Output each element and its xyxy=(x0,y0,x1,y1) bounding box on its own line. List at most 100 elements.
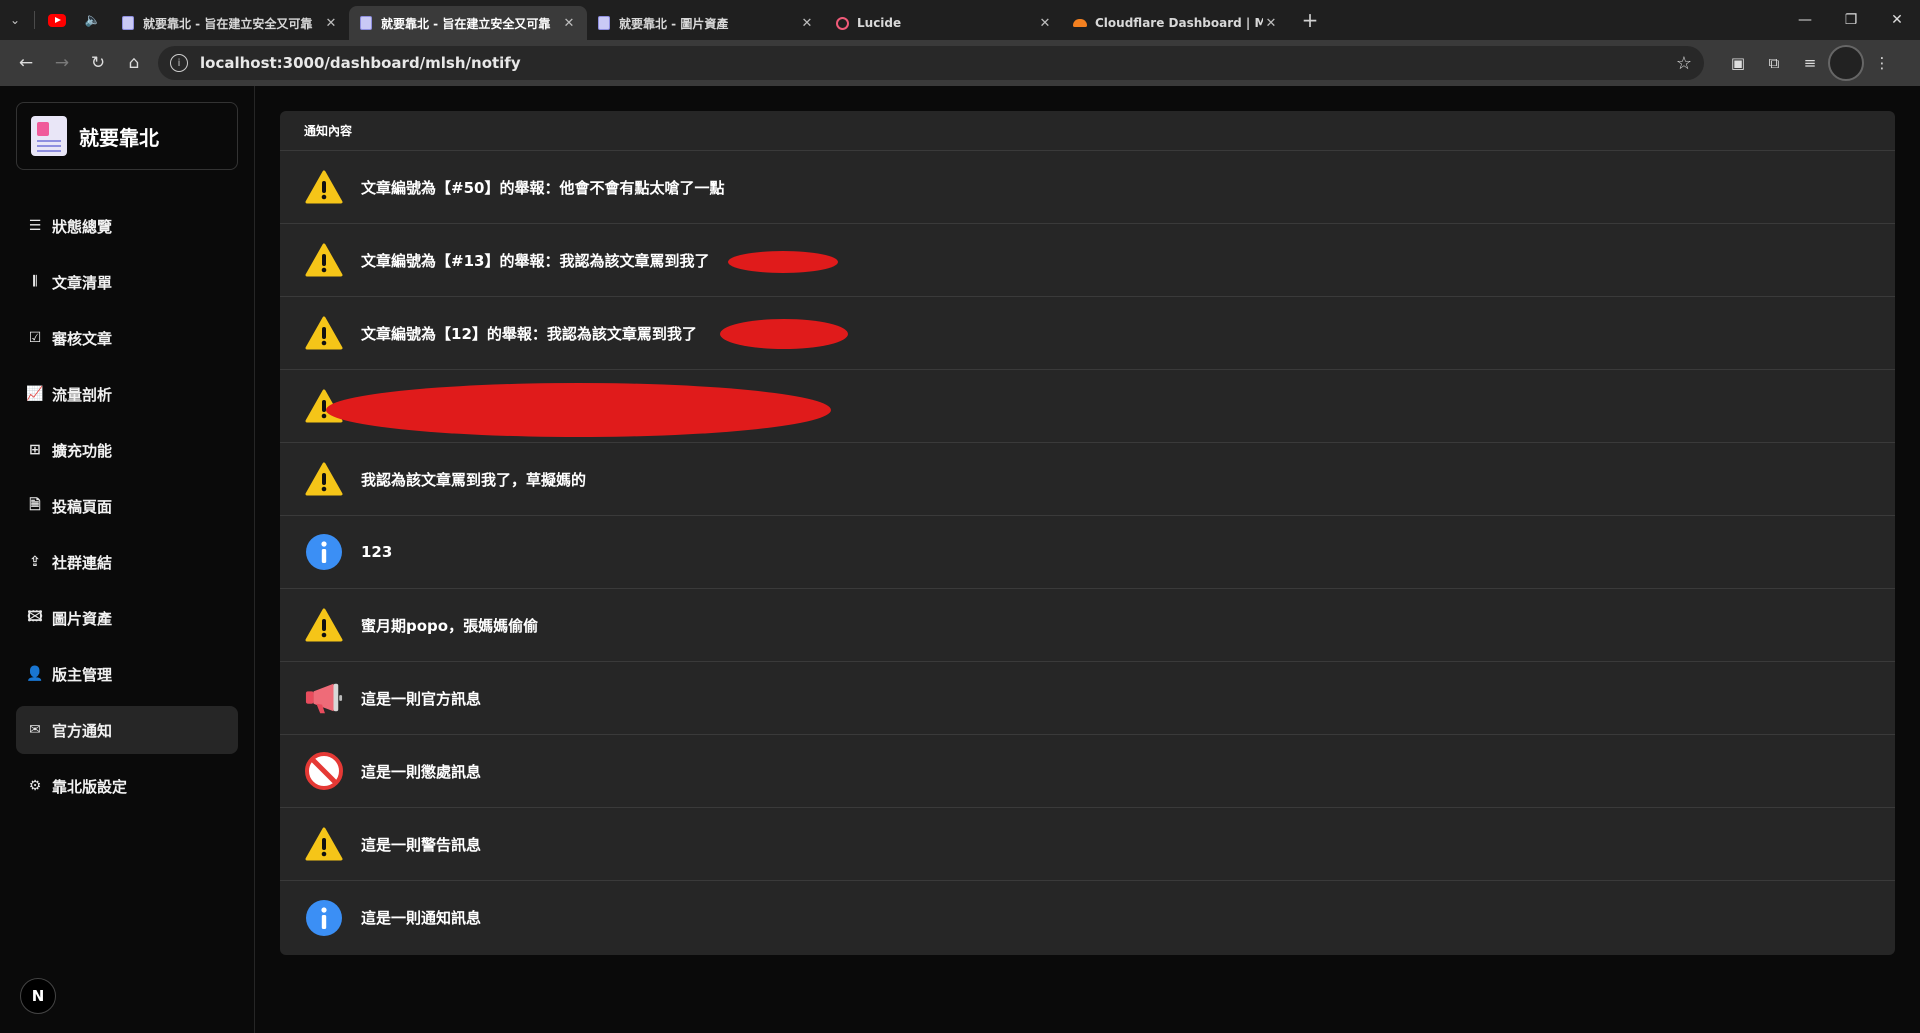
sidebar-item-label: 流量剖析 xyxy=(52,385,113,404)
notification-row[interactable]: 這是一則懲處訊息 xyxy=(280,735,1895,808)
sidebar-item-moderators[interactable]: 👤 版主管理 xyxy=(16,650,238,698)
tab-close-icon[interactable]: ✕ xyxy=(323,16,339,31)
pinned-tab-youtube[interactable] xyxy=(39,5,75,35)
library-icon: 𝄃 xyxy=(33,274,37,290)
sidebar-item-social-links[interactable]: ⇪ 社群連結 xyxy=(16,538,238,586)
gear-icon: ⚙ xyxy=(28,778,42,794)
pinned-tab-audio[interactable]: 🔈 xyxy=(75,5,111,35)
puzzle-extension-icon[interactable]: ⧉ xyxy=(1756,45,1792,81)
notification-row[interactable]: 文章編號為【#13】的舉報：我認為該文章罵到我了 xyxy=(280,224,1895,297)
chat-extension-icon[interactable]: ▣ xyxy=(1720,45,1756,81)
profile-avatar[interactable] xyxy=(1828,45,1864,81)
back-arrow-icon[interactable]: ← xyxy=(8,45,44,81)
sidebar-item-posts[interactable]: 𝄃 文章清單 xyxy=(16,258,238,306)
notification-row[interactable] xyxy=(280,370,1895,443)
notification-row[interactable]: 蜜月期popo，張媽媽偷偷 xyxy=(280,589,1895,662)
browser-tab[interactable]: 就要靠北 - 旨在建立安全又可靠 ✕ xyxy=(111,6,349,40)
tab-title: 就要靠北 - 旨在建立安全又可靠 xyxy=(381,16,551,31)
browser-tab[interactable]: Cloudflare Dashboard | Ma ✕ xyxy=(1063,6,1289,40)
notification-row[interactable]: 文章編號為【#50】的舉報：他會不會有點太嗆了一點 xyxy=(280,151,1895,224)
notification-text: 蜜月期popo，張媽媽偷偷 xyxy=(361,616,539,635)
doc-icon xyxy=(598,16,610,30)
notification-row[interactable]: 這是一則官方訊息 xyxy=(280,662,1895,735)
tab-title: 就要靠北 - 旨在建立安全又可靠 xyxy=(143,16,313,31)
megaphone-icon xyxy=(305,679,343,717)
youtube-icon xyxy=(48,13,66,27)
browser-tab[interactable]: 就要靠北 - 圖片資產 ✕ xyxy=(587,6,825,40)
bookmark-star-icon[interactable]: ☆ xyxy=(1676,53,1692,74)
reload-icon[interactable]: ↻ xyxy=(80,45,116,81)
user-icon: 👤 xyxy=(26,666,44,682)
sidebar-item-notifications[interactable]: ✉ 官方通知 xyxy=(16,706,238,754)
lucide-icon xyxy=(835,16,849,30)
sidebar-item-extensions[interactable]: ⊞ 擴充功能 xyxy=(16,426,238,474)
notification-text: 我認為該文章罵到我了，草擬媽的 xyxy=(361,470,587,489)
address-bar[interactable]: i localhost:3000/dashboard/mlsh/notify ☆ xyxy=(158,46,1704,80)
sidebar-item-label: 社群連結 xyxy=(52,553,113,572)
forward-arrow-icon[interactable]: → xyxy=(44,45,80,81)
tab-close-icon[interactable]: ✕ xyxy=(1263,16,1279,31)
notification-row[interactable]: 文章編號為【12】的舉報：我認為該文章罵到我了 xyxy=(280,297,1895,370)
brand-switcher[interactable]: 就要靠北 xyxy=(16,102,238,170)
notification-text: 文章編號為【12】的舉報：我認為該文章罵到我了 xyxy=(361,324,697,343)
notification-text: 123 xyxy=(361,543,393,561)
url-text[interactable]: localhost:3000/dashboard/mlsh/notify xyxy=(200,54,521,72)
notification-text: 這是一則通知訊息 xyxy=(361,909,482,927)
sidebar-item-label: 圖片資產 xyxy=(52,609,113,628)
tab-divider xyxy=(34,11,35,29)
tab-close-icon[interactable]: ✕ xyxy=(799,16,815,31)
brand-logo-icon xyxy=(31,116,67,156)
minimize-icon[interactable]: — xyxy=(1782,0,1828,40)
home-icon[interactable]: ⌂ xyxy=(116,45,152,81)
nextjs-dev-badge[interactable]: N xyxy=(20,978,56,1014)
blocks-icon: ⊞ xyxy=(29,442,41,458)
share-icon: ⇪ xyxy=(29,554,41,570)
browser-tab-active[interactable]: 就要靠北 - 旨在建立安全又可靠 ✕ xyxy=(349,6,587,40)
mail-icon: ✉ xyxy=(29,722,41,738)
notification-row[interactable]: 123 xyxy=(280,516,1895,589)
sidebar-item-label: 官方通知 xyxy=(52,721,113,740)
notification-row[interactable]: 這是一則通知訊息 xyxy=(280,881,1895,954)
sidebar-nav: ☰ 狀態總覽 𝄃 文章清單 ☑ 審核文章 📈 流量剖析 ⊞ 擴充功能 🗎 投稿頁… xyxy=(16,202,238,818)
sidebar-item-label: 狀態總覽 xyxy=(52,217,113,236)
sidebar-item-submit-page[interactable]: 🗎 投稿頁面 xyxy=(16,482,238,530)
media-control-icon[interactable]: ≡ xyxy=(1792,45,1828,81)
tab-title: 就要靠北 - 圖片資產 xyxy=(619,16,729,31)
warning-icon xyxy=(305,314,343,352)
restore-icon[interactable]: ❐ xyxy=(1828,0,1874,40)
sidebar-item-label: 擴充功能 xyxy=(52,441,113,460)
browser-toolbar: ← → ↻ ⌂ i localhost:3000/dashboard/mlsh/… xyxy=(0,40,1920,86)
sidebar-item-settings[interactable]: ⚙ 靠北版設定 xyxy=(16,762,238,810)
site-info-icon[interactable]: i xyxy=(170,54,188,72)
tab-close-icon[interactable]: ✕ xyxy=(1037,16,1053,31)
tab-close-icon[interactable]: ✕ xyxy=(561,16,577,31)
notification-text: 文章編號為【#13】的舉報：我認為該文章罵到我了 xyxy=(361,251,710,270)
browser-tab[interactable]: Lucide ✕ xyxy=(825,6,1063,40)
notification-text: 文章編號為【#50】的舉報：他會不會有點太嗆了一點 xyxy=(361,178,725,197)
redaction-mark xyxy=(728,251,838,273)
new-tab-plus-icon[interactable]: + xyxy=(1295,5,1325,35)
warning-icon xyxy=(305,460,343,498)
sidebar-item-overview[interactable]: ☰ 狀態總覽 xyxy=(16,202,238,250)
tab-search-chevron-icon[interactable]: ⌄ xyxy=(0,5,30,35)
image-icon: 🖾 xyxy=(27,609,43,625)
sidebar-item-images[interactable]: 🖾 圖片資產 xyxy=(16,594,238,642)
cloudflare-icon xyxy=(1073,19,1087,27)
sidebar-item-label: 文章清單 xyxy=(52,273,113,292)
redaction-mark xyxy=(326,383,831,437)
prohibited-icon xyxy=(305,752,343,790)
file-icon: 🗎 xyxy=(29,497,41,513)
more-menu-icon[interactable]: ⋮ xyxy=(1864,45,1900,81)
window-close-icon[interactable]: ✕ xyxy=(1874,0,1920,40)
warning-icon xyxy=(305,241,343,279)
tab-title: Cloudflare Dashboard | Ma xyxy=(1095,16,1263,30)
notification-row[interactable]: 我認為該文章罵到我了，草擬媽的 xyxy=(280,443,1895,516)
sidebar-item-review[interactable]: ☑ 審核文章 xyxy=(16,314,238,362)
notification-text: 這是一則警告訊息 xyxy=(361,835,482,854)
notification-row[interactable]: 這是一則警告訊息 xyxy=(280,808,1895,881)
notifications-panel: 通知內容 文章編號為【#50】的舉報：他會不會有點太嗆了一點 文章編號為【#13… xyxy=(280,111,1895,955)
tab-title: Lucide xyxy=(857,16,902,30)
list-icon: ☰ xyxy=(28,218,42,234)
sidebar-item-analytics[interactable]: 📈 流量剖析 xyxy=(16,370,238,418)
brand-name: 就要靠北 xyxy=(79,125,159,150)
